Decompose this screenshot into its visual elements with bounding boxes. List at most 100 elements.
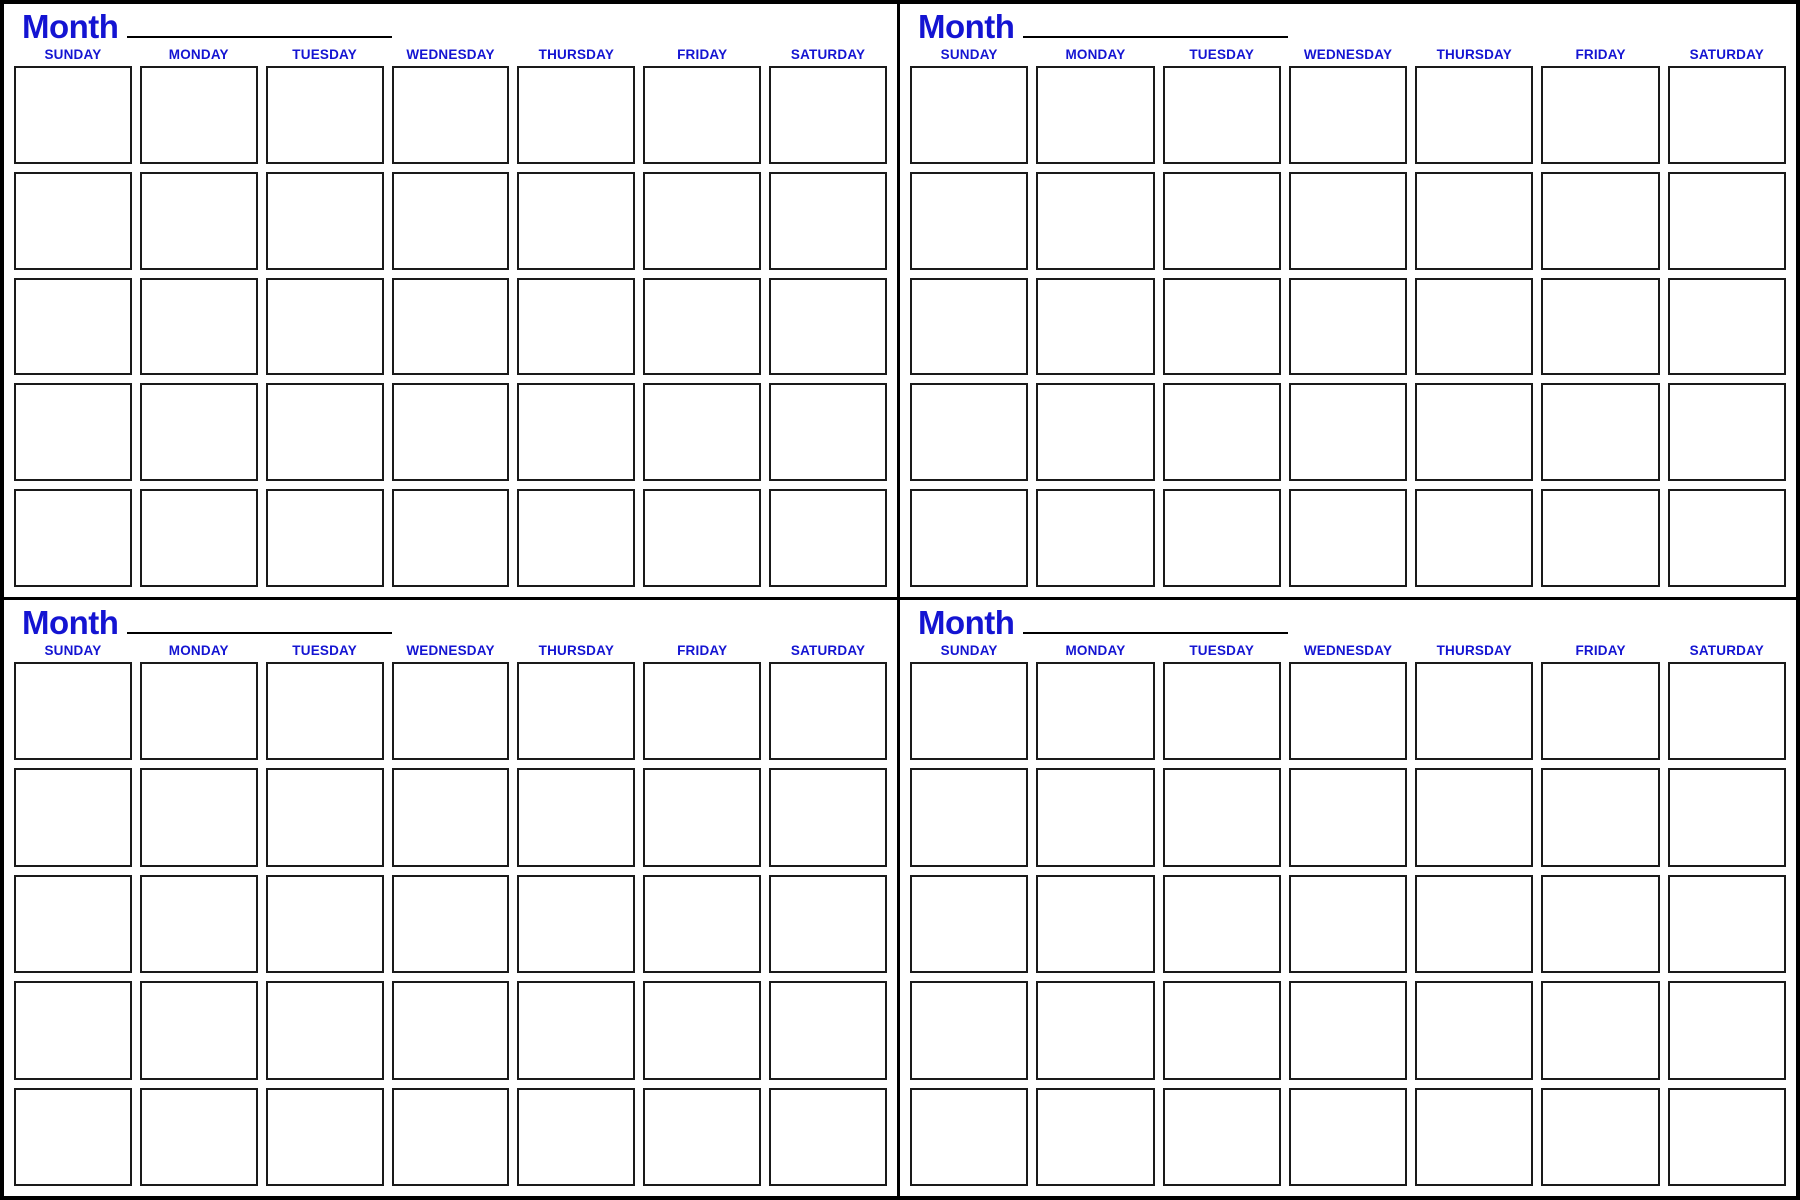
month-name-write-in-line[interactable] (1023, 36, 1289, 38)
day-cell[interactable] (1667, 171, 1786, 270)
day-cell[interactable] (1667, 768, 1786, 867)
month-name-write-in-line[interactable] (127, 632, 393, 634)
day-cell[interactable] (1036, 171, 1155, 270)
day-cell[interactable] (391, 383, 510, 482)
day-cell[interactable] (1667, 1087, 1786, 1186)
day-cell[interactable] (643, 1087, 762, 1186)
day-cell[interactable] (391, 662, 510, 761)
day-cell[interactable] (910, 768, 1029, 867)
day-cell[interactable] (517, 768, 636, 867)
day-cell[interactable] (265, 662, 384, 761)
day-cell[interactable] (1667, 489, 1786, 587)
day-cell[interactable] (1162, 981, 1281, 1080)
day-cell[interactable] (517, 383, 636, 482)
day-cell[interactable] (1288, 1087, 1408, 1186)
day-cell[interactable] (1036, 383, 1155, 482)
day-cell[interactable] (517, 1087, 636, 1186)
day-cell[interactable] (265, 981, 384, 1080)
day-cell[interactable] (1667, 66, 1786, 164)
day-cell[interactable] (1541, 662, 1660, 761)
day-cell[interactable] (769, 277, 887, 376)
day-cell[interactable] (1288, 66, 1408, 164)
day-cell[interactable] (139, 1087, 258, 1186)
day-cell[interactable] (1036, 768, 1155, 867)
day-cell[interactable] (643, 662, 762, 761)
day-cell[interactable] (1541, 383, 1660, 482)
day-cell[interactable] (517, 981, 636, 1080)
day-cell[interactable] (1162, 277, 1281, 376)
day-cell[interactable] (769, 768, 887, 867)
day-cell[interactable] (1415, 1087, 1534, 1186)
day-cell[interactable] (1162, 383, 1281, 482)
day-cell[interactable] (910, 66, 1029, 164)
day-cell[interactable] (910, 277, 1029, 376)
day-cell[interactable] (1036, 489, 1155, 587)
day-cell[interactable] (139, 171, 258, 270)
day-cell[interactable] (910, 1087, 1029, 1186)
day-cell[interactable] (1541, 1087, 1660, 1186)
day-cell[interactable] (391, 1087, 510, 1186)
day-cell[interactable] (517, 874, 636, 974)
day-cell[interactable] (1667, 277, 1786, 376)
day-cell[interactable] (139, 66, 258, 164)
day-cell[interactable] (643, 489, 762, 587)
day-cell[interactable] (1288, 171, 1408, 270)
day-cell[interactable] (1667, 662, 1786, 761)
day-cell[interactable] (1162, 662, 1281, 761)
day-cell[interactable] (910, 383, 1029, 482)
day-cell[interactable] (14, 66, 132, 164)
day-cell[interactable] (769, 66, 887, 164)
day-cell[interactable] (265, 1087, 384, 1186)
day-cell[interactable] (910, 981, 1029, 1080)
day-cell[interactable] (1541, 171, 1660, 270)
day-cell[interactable] (769, 489, 887, 587)
day-cell[interactable] (643, 383, 762, 482)
day-cell[interactable] (139, 277, 258, 376)
day-cell[interactable] (1036, 662, 1155, 761)
day-cell[interactable] (643, 66, 762, 164)
day-cell[interactable] (517, 662, 636, 761)
day-cell[interactable] (265, 171, 384, 270)
day-cell[interactable] (1288, 383, 1408, 482)
day-cell[interactable] (910, 489, 1029, 587)
day-cell[interactable] (1036, 66, 1155, 164)
day-cell[interactable] (1541, 66, 1660, 164)
day-cell[interactable] (1036, 981, 1155, 1080)
day-cell[interactable] (1288, 768, 1408, 867)
day-cell[interactable] (1415, 489, 1534, 587)
day-cell[interactable] (14, 171, 132, 270)
day-cell[interactable] (265, 768, 384, 867)
day-cell[interactable] (643, 874, 762, 974)
day-cell[interactable] (643, 768, 762, 867)
day-cell[interactable] (1541, 768, 1660, 867)
day-cell[interactable] (1415, 277, 1534, 376)
day-cell[interactable] (1162, 171, 1281, 270)
day-cell[interactable] (1415, 66, 1534, 164)
day-cell[interactable] (391, 768, 510, 867)
day-cell[interactable] (14, 981, 132, 1080)
day-cell[interactable] (1541, 874, 1660, 974)
day-cell[interactable] (1162, 66, 1281, 164)
day-cell[interactable] (769, 662, 887, 761)
day-cell[interactable] (1415, 662, 1534, 761)
day-cell[interactable] (14, 277, 132, 376)
day-cell[interactable] (265, 277, 384, 376)
day-cell[interactable] (1541, 489, 1660, 587)
day-cell[interactable] (1541, 277, 1660, 376)
day-cell[interactable] (769, 981, 887, 1080)
day-cell[interactable] (265, 383, 384, 482)
day-cell[interactable] (1667, 383, 1786, 482)
day-cell[interactable] (1415, 768, 1534, 867)
day-cell[interactable] (391, 874, 510, 974)
day-cell[interactable] (1036, 874, 1155, 974)
day-cell[interactable] (391, 171, 510, 270)
day-cell[interactable] (1036, 1087, 1155, 1186)
day-cell[interactable] (1415, 981, 1534, 1080)
day-cell[interactable] (910, 662, 1029, 761)
day-cell[interactable] (14, 1087, 132, 1186)
day-cell[interactable] (139, 662, 258, 761)
day-cell[interactable] (265, 489, 384, 587)
day-cell[interactable] (643, 981, 762, 1080)
day-cell[interactable] (14, 662, 132, 761)
day-cell[interactable] (517, 277, 636, 376)
